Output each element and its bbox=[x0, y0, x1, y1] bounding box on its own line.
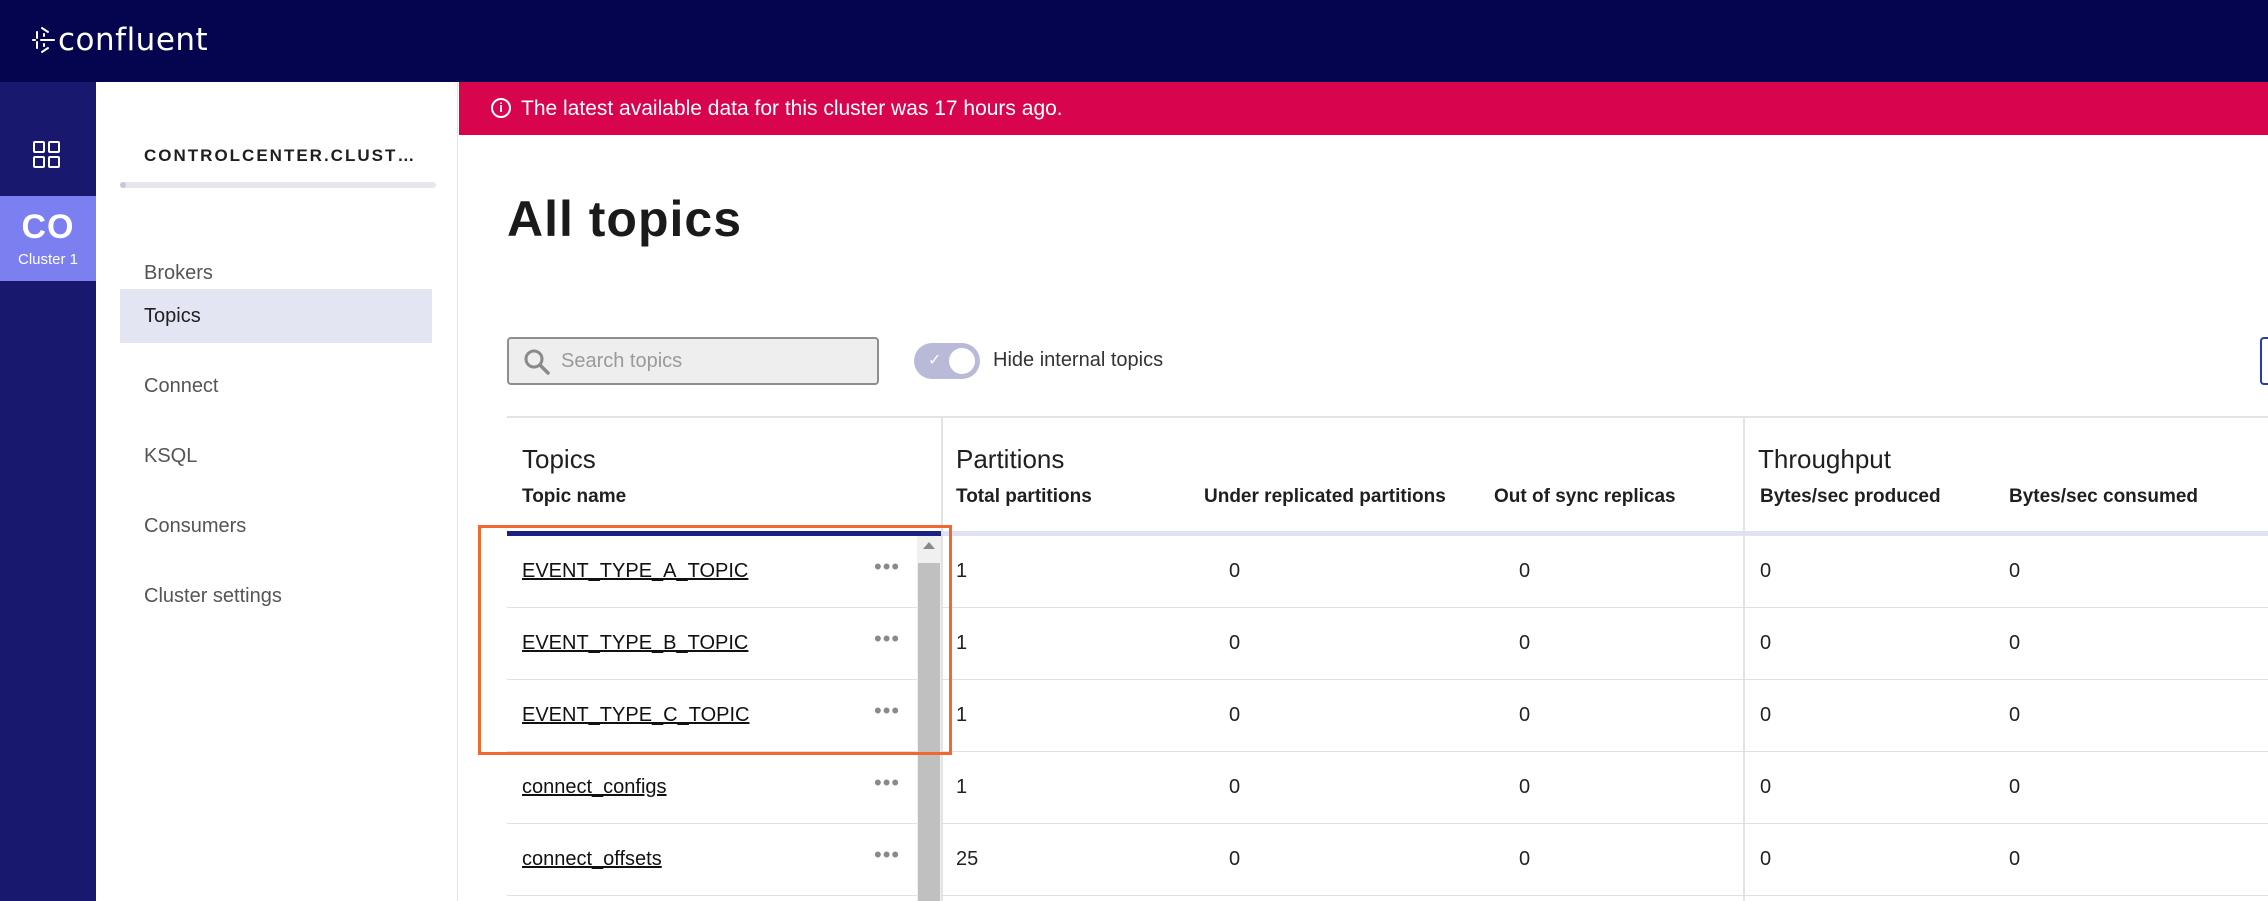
col-total-partitions[interactable]: Total partitions bbox=[956, 486, 1092, 508]
total-partitions: 1 bbox=[956, 560, 968, 582]
col-out-of-sync[interactable]: Out of sync replicas bbox=[1494, 486, 1676, 508]
cluster-switcher[interactable]: CO Cluster 1 bbox=[0, 196, 96, 281]
scrollbar-thumb[interactable] bbox=[918, 563, 940, 901]
hide-internal-toggle[interactable]: ✓ bbox=[914, 343, 980, 379]
sidebar-item-consumers[interactable]: Consumers bbox=[120, 499, 432, 553]
row-menu-icon[interactable]: ••• bbox=[874, 770, 900, 796]
under-replicated: 0 bbox=[1229, 704, 1241, 726]
under-replicated: 0 bbox=[1229, 632, 1241, 654]
table-row[interactable]: EVENT_TYPE_C_TOPIC ••• 1 0 0 0 0 bbox=[507, 680, 2268, 752]
hide-internal-label: Hide internal topics bbox=[993, 349, 1164, 371]
col-topic-name[interactable]: Topic name bbox=[522, 486, 626, 508]
col-under-replicated[interactable]: Under replicated partitions bbox=[1204, 486, 1446, 508]
col-bytes-produced[interactable]: Bytes/sec produced bbox=[1760, 486, 1941, 508]
stale-data-banner: i The latest available data for this clus… bbox=[459, 82, 2268, 135]
out-of-sync: 0 bbox=[1519, 560, 1531, 582]
search-icon bbox=[524, 349, 550, 375]
topic-link[interactable]: EVENT_TYPE_A_TOPIC bbox=[522, 560, 748, 583]
toggle-knob bbox=[949, 348, 975, 374]
out-of-sync: 0 bbox=[1519, 704, 1531, 726]
row-menu-icon[interactable]: ••• bbox=[874, 842, 900, 868]
table-row[interactable]: connect_configs ••• 1 0 0 0 0 bbox=[507, 752, 2268, 824]
row-menu-icon[interactable]: ••• bbox=[874, 698, 900, 724]
search-box[interactable] bbox=[507, 337, 879, 385]
cluster-abbr: CO bbox=[21, 208, 75, 246]
sidebar-item-cluster-settings[interactable]: Cluster settings bbox=[120, 569, 432, 623]
bytes-consumed: 0 bbox=[2009, 560, 2021, 582]
under-replicated: 0 bbox=[1229, 776, 1241, 798]
table-row[interactable]: EVENT_TYPE_A_TOPIC ••• 1 0 0 0 0 bbox=[507, 536, 2268, 608]
cluster-name: Cluster 1 bbox=[17, 251, 79, 268]
sidebar-item-ksql[interactable]: KSQL bbox=[120, 429, 432, 483]
group-partitions: Partitions bbox=[956, 444, 1065, 474]
bytes-consumed: 0 bbox=[2009, 848, 2021, 870]
top-bar: confluent bbox=[0, 0, 2268, 82]
bytes-produced: 0 bbox=[1760, 560, 1772, 582]
out-of-sync: 0 bbox=[1519, 776, 1531, 798]
table-top-border bbox=[507, 416, 2268, 418]
cluster-title: CONTROLCENTER.CLUST… bbox=[144, 146, 417, 165]
bytes-produced: 0 bbox=[1760, 704, 1772, 726]
banner-text: The latest available data for this clust… bbox=[521, 97, 1063, 120]
cluster-title-divider bbox=[120, 182, 436, 188]
topic-link[interactable]: EVENT_TYPE_B_TOPIC bbox=[522, 632, 748, 655]
bytes-produced: 0 bbox=[1760, 848, 1772, 870]
total-partitions: 1 bbox=[956, 776, 968, 798]
brand-name: confluent bbox=[58, 22, 209, 58]
table-row[interactable]: EVENT_TYPE_B_TOPIC ••• 1 0 0 0 0 bbox=[507, 608, 2268, 680]
left-rail: CO Cluster 1 bbox=[0, 82, 96, 901]
sidebar-item-topics[interactable]: Topics bbox=[120, 289, 432, 343]
topics-table: Topics Partitions Throughput Topic name … bbox=[507, 416, 2268, 901]
topic-link[interactable]: EVENT_TYPE_C_TOPIC bbox=[522, 704, 749, 727]
scroll-up-icon[interactable] bbox=[923, 542, 935, 549]
total-partitions: 1 bbox=[956, 704, 968, 726]
sidebar-item-connect[interactable]: Connect bbox=[120, 359, 432, 413]
under-replicated: 0 bbox=[1229, 560, 1241, 582]
add-topic-button[interactable] bbox=[2260, 337, 2268, 385]
total-partitions: 1 bbox=[956, 632, 968, 654]
under-replicated: 0 bbox=[1229, 848, 1241, 870]
row-menu-icon[interactable]: ••• bbox=[874, 626, 900, 652]
col-bytes-consumed[interactable]: Bytes/sec consumed bbox=[2009, 486, 2198, 508]
check-icon: ✓ bbox=[928, 352, 942, 369]
page-title: All topics bbox=[507, 191, 743, 247]
grid-icon[interactable] bbox=[32, 140, 62, 170]
out-of-sync: 0 bbox=[1519, 632, 1531, 654]
bytes-consumed: 0 bbox=[2009, 632, 2021, 654]
group-topics: Topics bbox=[522, 444, 596, 474]
confluent-burst-icon bbox=[32, 27, 55, 53]
row-menu-icon[interactable]: ••• bbox=[874, 554, 900, 580]
bytes-produced: 0 bbox=[1760, 776, 1772, 798]
topic-link[interactable]: connect_configs bbox=[522, 776, 667, 799]
confluent-logo[interactable]: confluent bbox=[32, 18, 208, 62]
bytes-produced: 0 bbox=[1760, 632, 1772, 654]
total-partitions: 25 bbox=[956, 848, 979, 870]
topic-link[interactable]: connect_offsets bbox=[522, 848, 662, 871]
group-throughput: Throughput bbox=[1758, 444, 1891, 474]
secondary-nav: CONTROLCENTER.CLUST… Brokers Topics Conn… bbox=[96, 82, 458, 901]
bytes-consumed: 0 bbox=[2009, 776, 2021, 798]
table-row[interactable]: connect_offsets ••• 25 0 0 0 0 bbox=[507, 824, 2268, 896]
bytes-consumed: 0 bbox=[2009, 704, 2021, 726]
search-input[interactable] bbox=[561, 347, 861, 375]
out-of-sync: 0 bbox=[1519, 848, 1531, 870]
info-icon: i bbox=[491, 97, 511, 118]
